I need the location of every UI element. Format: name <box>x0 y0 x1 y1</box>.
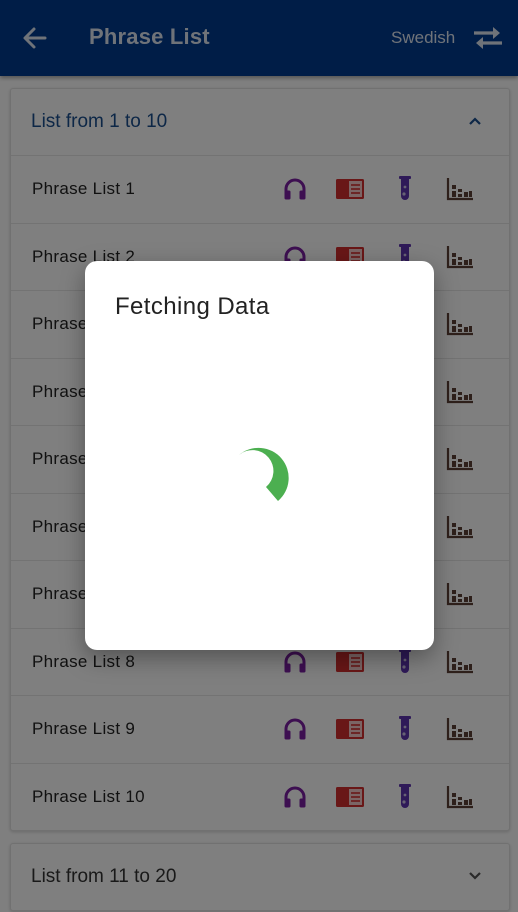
loading-dialog: Fetching Data <box>85 261 434 650</box>
loading-spinner-icon <box>239 447 289 501</box>
dialog-title: Fetching Data <box>115 293 270 320</box>
